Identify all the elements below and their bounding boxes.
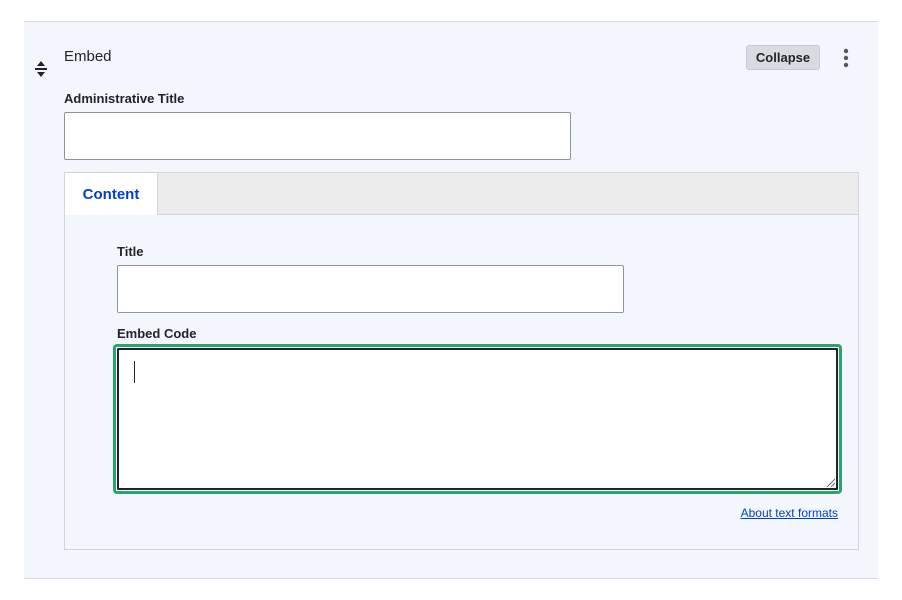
embed-code-label: Embed Code <box>117 326 197 341</box>
tab-content[interactable]: Content <box>65 173 158 215</box>
title-field-input[interactable] <box>117 265 624 313</box>
paragraph-item: Embed Collapse Administrative Title Cont… <box>24 21 878 579</box>
about-text-formats-link[interactable]: About text formats <box>741 506 838 520</box>
embed-code-focus-ring <box>113 344 842 494</box>
paragraph-type-label: Embed <box>64 48 112 65</box>
resize-grip-icon[interactable] <box>826 478 835 487</box>
drag-handle-icon[interactable] <box>34 60 48 78</box>
title-field-label: Title <box>117 244 144 259</box>
tab-bar: Content <box>65 173 858 215</box>
collapse-button[interactable]: Collapse <box>746 45 820 70</box>
administrative-title-label: Administrative Title <box>64 91 185 106</box>
kebab-menu-icon[interactable] <box>836 46 856 70</box>
text-caret <box>134 361 135 383</box>
administrative-title-input[interactable] <box>64 112 571 160</box>
embed-code-textarea[interactable] <box>117 348 838 490</box>
